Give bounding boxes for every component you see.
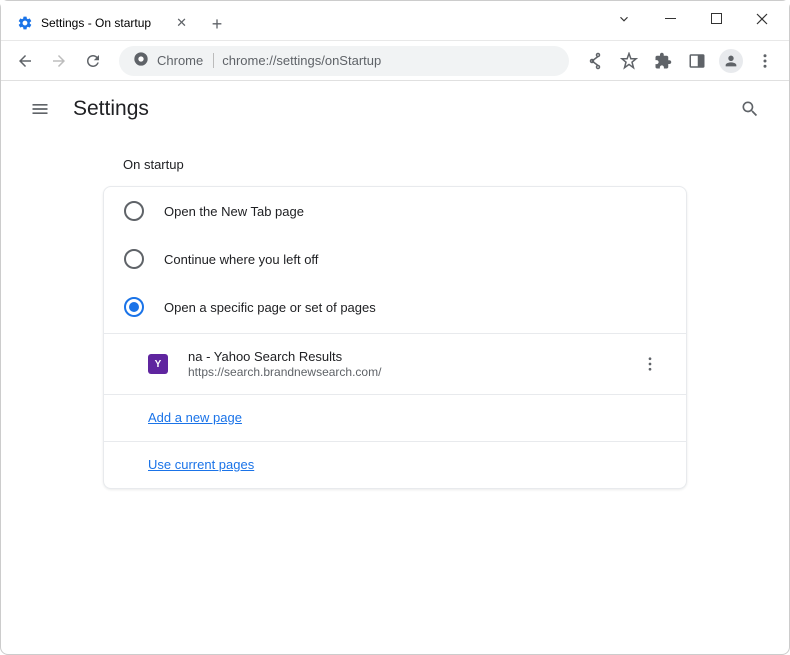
use-current-link[interactable]: Use current pages <box>148 457 254 472</box>
window-controls <box>603 1 789 36</box>
radio-icon <box>124 249 144 269</box>
startup-card: Open the New Tab page Continue where you… <box>103 186 687 489</box>
forward-button[interactable] <box>45 47 73 75</box>
page-title: Settings <box>73 97 149 121</box>
browser-toolbar: Chrome chrome://settings/onStartup <box>1 41 789 81</box>
close-tab-icon[interactable]: ✕ <box>176 15 187 31</box>
omnibox[interactable]: Chrome chrome://settings/onStartup <box>119 46 569 76</box>
maximize-button[interactable] <box>695 4 737 34</box>
startup-page-url: https://search.brandnewsearch.com/ <box>188 365 634 379</box>
radio-icon <box>124 201 144 221</box>
search-button[interactable] <box>731 90 769 128</box>
back-button[interactable] <box>11 47 39 75</box>
radio-label: Open a specific page or set of pages <box>164 300 376 315</box>
profile-avatar[interactable] <box>717 47 745 75</box>
startup-page-row: Y na - Yahoo Search Results https://sear… <box>104 333 686 394</box>
startup-page-title: na - Yahoo Search Results <box>188 349 634 364</box>
extensions-icon[interactable] <box>649 47 677 75</box>
titlebar: Settings - On startup ✕ + <box>1 1 789 41</box>
browser-tab[interactable]: Settings - On startup ✕ <box>7 7 197 39</box>
section-title: On startup <box>103 137 687 186</box>
minimize-button[interactable] <box>649 4 691 34</box>
bookmark-icon[interactable] <box>615 47 643 75</box>
radio-new-tab[interactable]: Open the New Tab page <box>104 187 686 235</box>
omnibox-url: chrome://settings/onStartup <box>222 53 381 68</box>
favicon: Y <box>148 354 168 374</box>
new-tab-button[interactable]: + <box>205 12 229 36</box>
chrome-icon <box>133 51 149 70</box>
close-window-button[interactable] <box>741 4 783 34</box>
tab-title: Settings - On startup <box>41 16 151 30</box>
radio-label: Continue where you left off <box>164 252 318 267</box>
chrome-menu-icon[interactable] <box>751 47 779 75</box>
add-page-link[interactable]: Add a new page <box>148 410 242 425</box>
radio-icon <box>124 297 144 317</box>
settings-header: Settings <box>1 81 789 137</box>
use-current-row: Use current pages <box>104 441 686 488</box>
add-page-row: Add a new page <box>104 394 686 441</box>
sidepanel-icon[interactable] <box>683 47 711 75</box>
radio-specific-pages[interactable]: Open a specific page or set of pages <box>104 283 686 331</box>
radio-label: Open the New Tab page <box>164 204 304 219</box>
omnibox-chrome-label: Chrome <box>157 53 214 68</box>
radio-continue[interactable]: Continue where you left off <box>104 235 686 283</box>
gear-icon <box>17 15 33 31</box>
page-more-button[interactable] <box>634 348 666 380</box>
chevron-down-icon[interactable] <box>603 4 645 34</box>
reload-button[interactable] <box>79 47 107 75</box>
share-icon[interactable] <box>581 47 609 75</box>
menu-button[interactable] <box>21 90 59 128</box>
